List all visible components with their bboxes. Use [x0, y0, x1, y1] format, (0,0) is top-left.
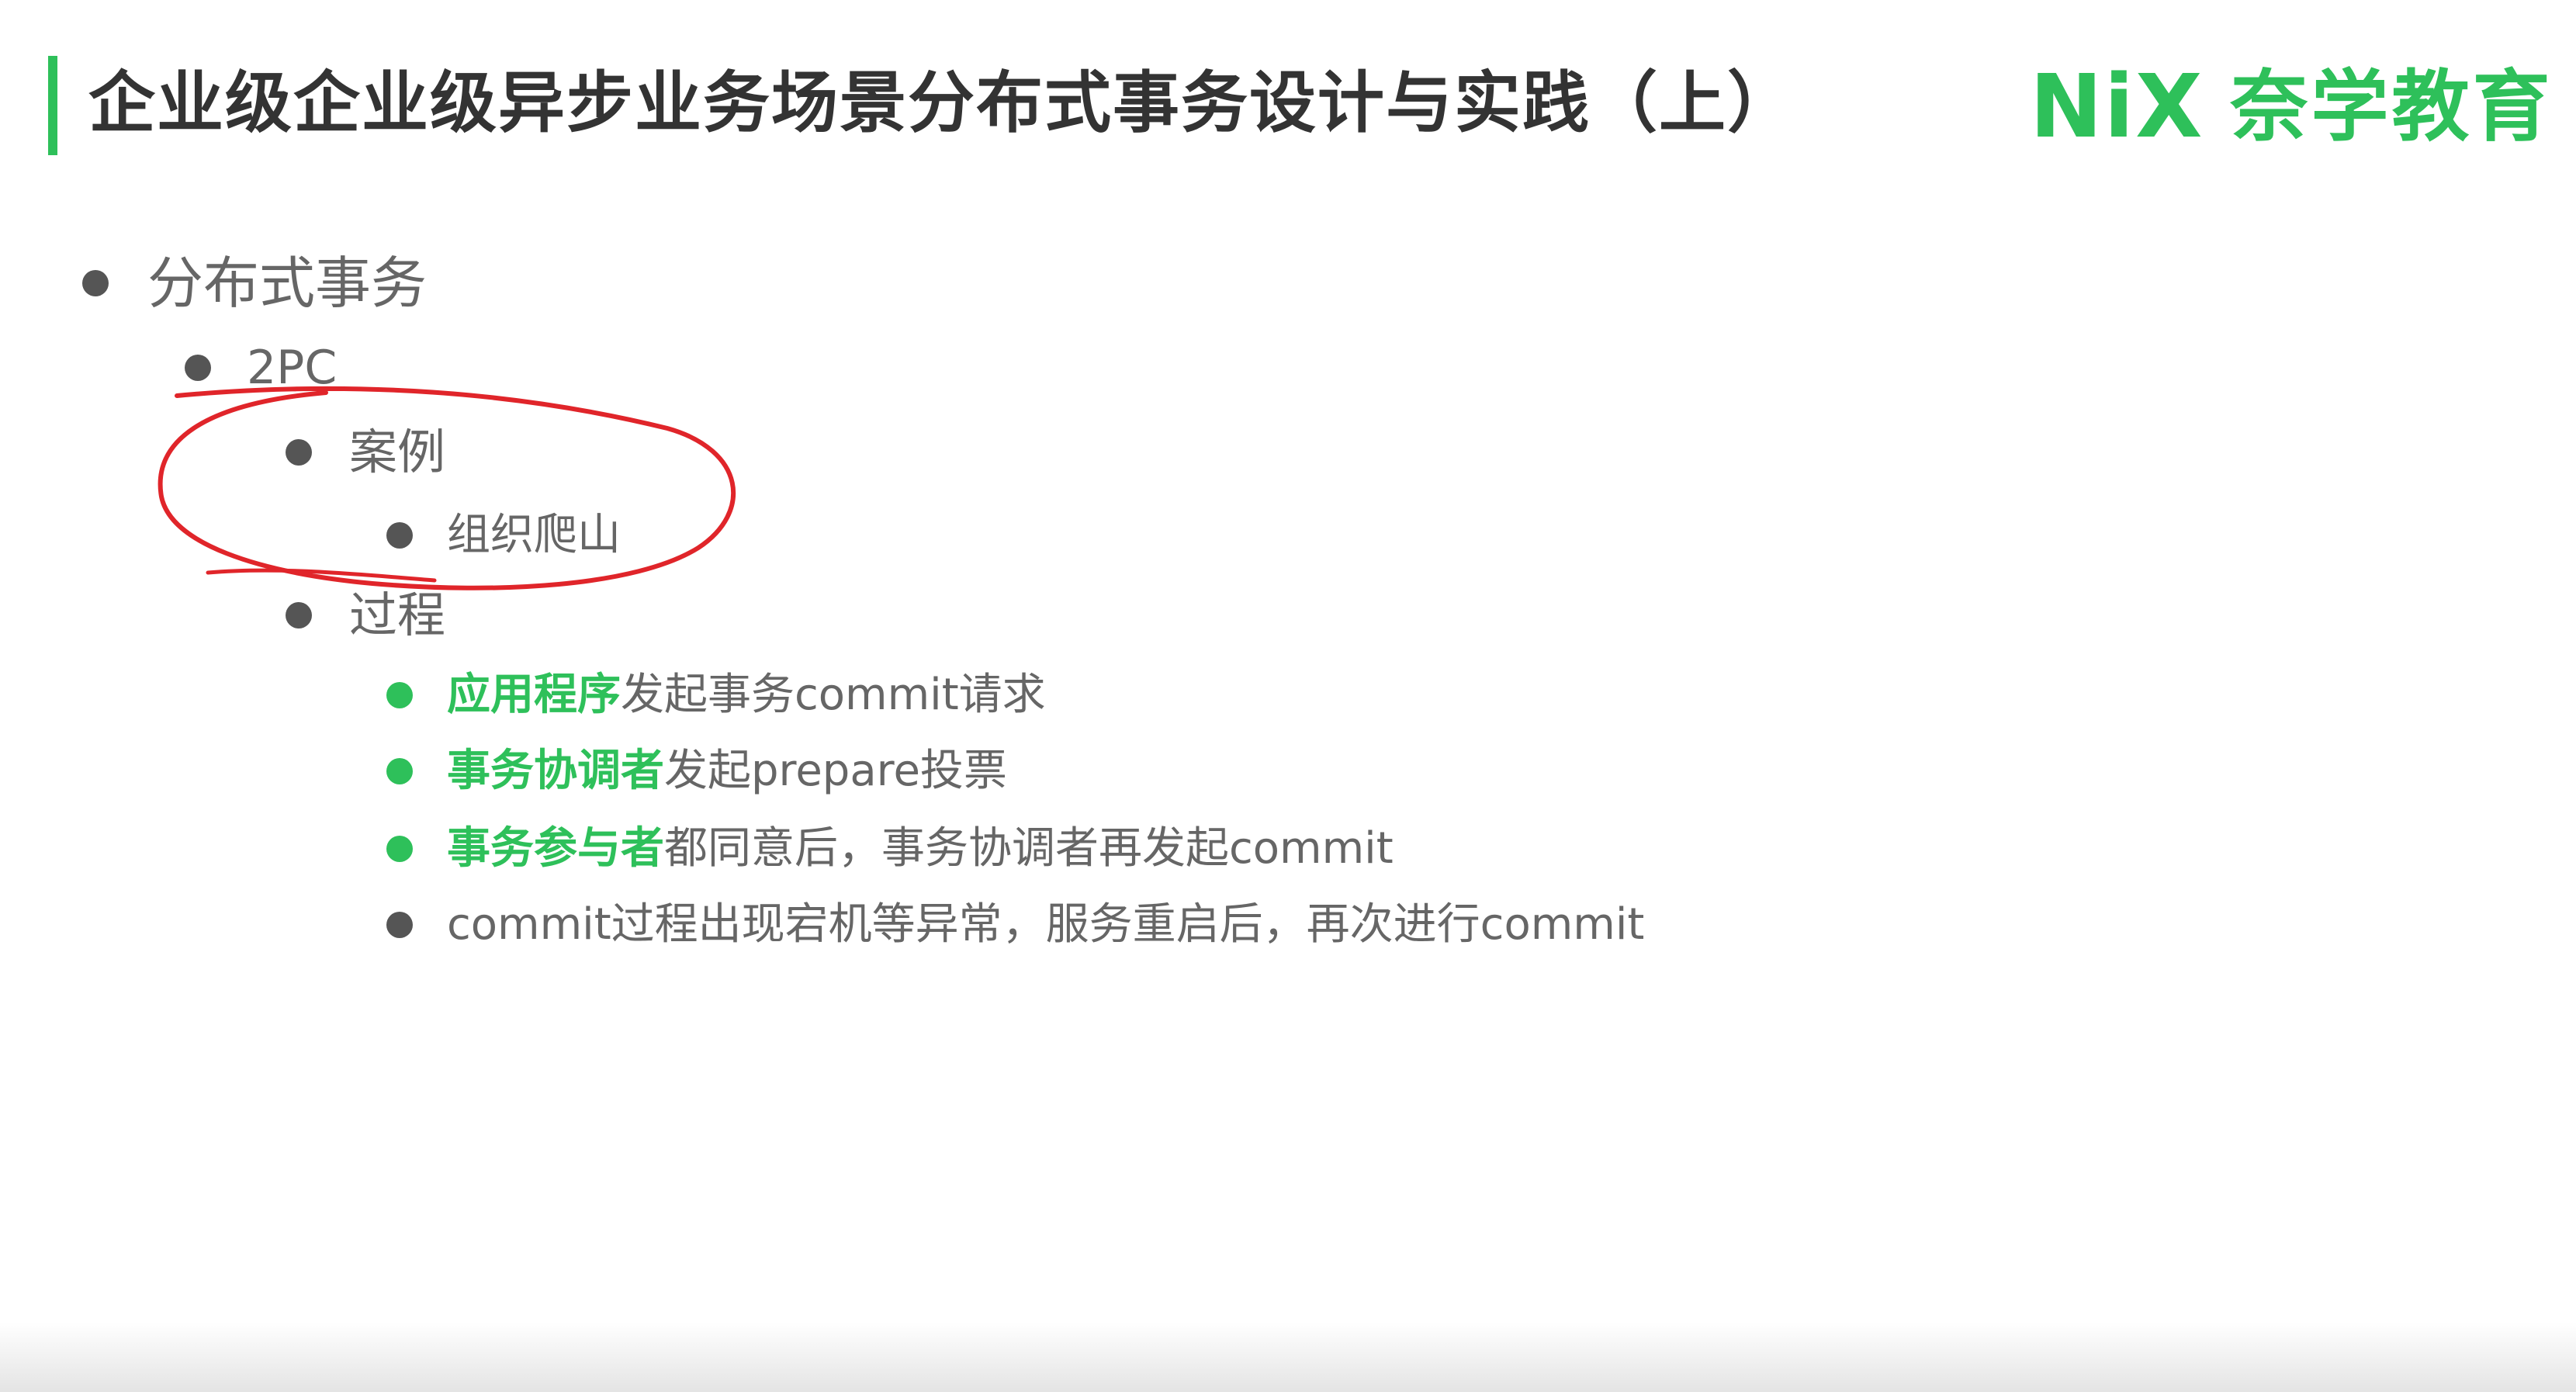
bullet-dot	[185, 355, 211, 381]
step-text: commit过程出现宕机等异常，服务重启后，再次进行commit	[447, 899, 1644, 951]
bullet-text: 组织爬山	[447, 510, 621, 560]
brand-logo: NiX 奈学教育	[2030, 64, 2553, 151]
step-text: 事务协调者发起prepare投票	[447, 745, 1007, 797]
step-highlight: 事务参与者	[447, 823, 664, 874]
step-rest: 都同意后，事务协调者再发起commit	[664, 823, 1394, 874]
bottom-fade	[0, 1322, 2576, 1392]
bullet-dot	[386, 681, 413, 708]
process-step: commit过程出现宕机等异常，服务重启后，再次进行commit	[386, 899, 1644, 951]
bullet-process: 过程	[286, 587, 445, 644]
annotation-tail	[206, 568, 437, 583]
bullet-text: 过程	[349, 587, 446, 643]
process-step: 应用程序发起事务commit请求	[386, 669, 1046, 721]
bullet-level1: 分布式事务	[82, 250, 427, 317]
bullet-dot	[286, 439, 312, 466]
bullet-dot	[82, 270, 109, 297]
step-rest: commit过程出现宕机等异常，服务重启后，再次进行commit	[447, 899, 1645, 950]
bullet-dot	[386, 911, 413, 938]
step-rest: 发起prepare投票	[664, 746, 1007, 796]
bullet-dot	[286, 602, 312, 629]
title-accent-bar	[48, 56, 57, 155]
step-text: 应用程序发起事务commit请求	[447, 669, 1046, 721]
bullet-level2: 2PC	[185, 340, 337, 396]
bullet-text: 分布式事务	[147, 251, 428, 316]
process-step: 事务参与者都同意后，事务协调者再发起commit	[386, 822, 1394, 874]
bullet-case-item: 组织爬山	[386, 509, 621, 561]
step-highlight: 事务协调者	[447, 746, 664, 796]
bullet-dot	[386, 757, 413, 784]
step-text: 事务参与者都同意后，事务协调者再发起commit	[447, 822, 1394, 874]
bullet-case: 案例	[286, 424, 445, 481]
logo-mark: NiX	[2030, 57, 2204, 158]
bullet-dot	[386, 521, 413, 549]
step-highlight: 应用程序	[447, 670, 621, 720]
step-rest: 发起事务commit请求	[621, 670, 1046, 720]
bullet-text: 2PC	[247, 341, 338, 395]
logo-text: 奈学教育	[2230, 61, 2553, 152]
process-step: 事务协调者发起prepare投票	[386, 745, 1007, 797]
bullet-dot	[386, 835, 413, 862]
bullet-text: 案例	[349, 424, 446, 480]
slide-title: 企业级企业级异步业务场景分布式事务设计与实践（上）	[88, 64, 1795, 142]
